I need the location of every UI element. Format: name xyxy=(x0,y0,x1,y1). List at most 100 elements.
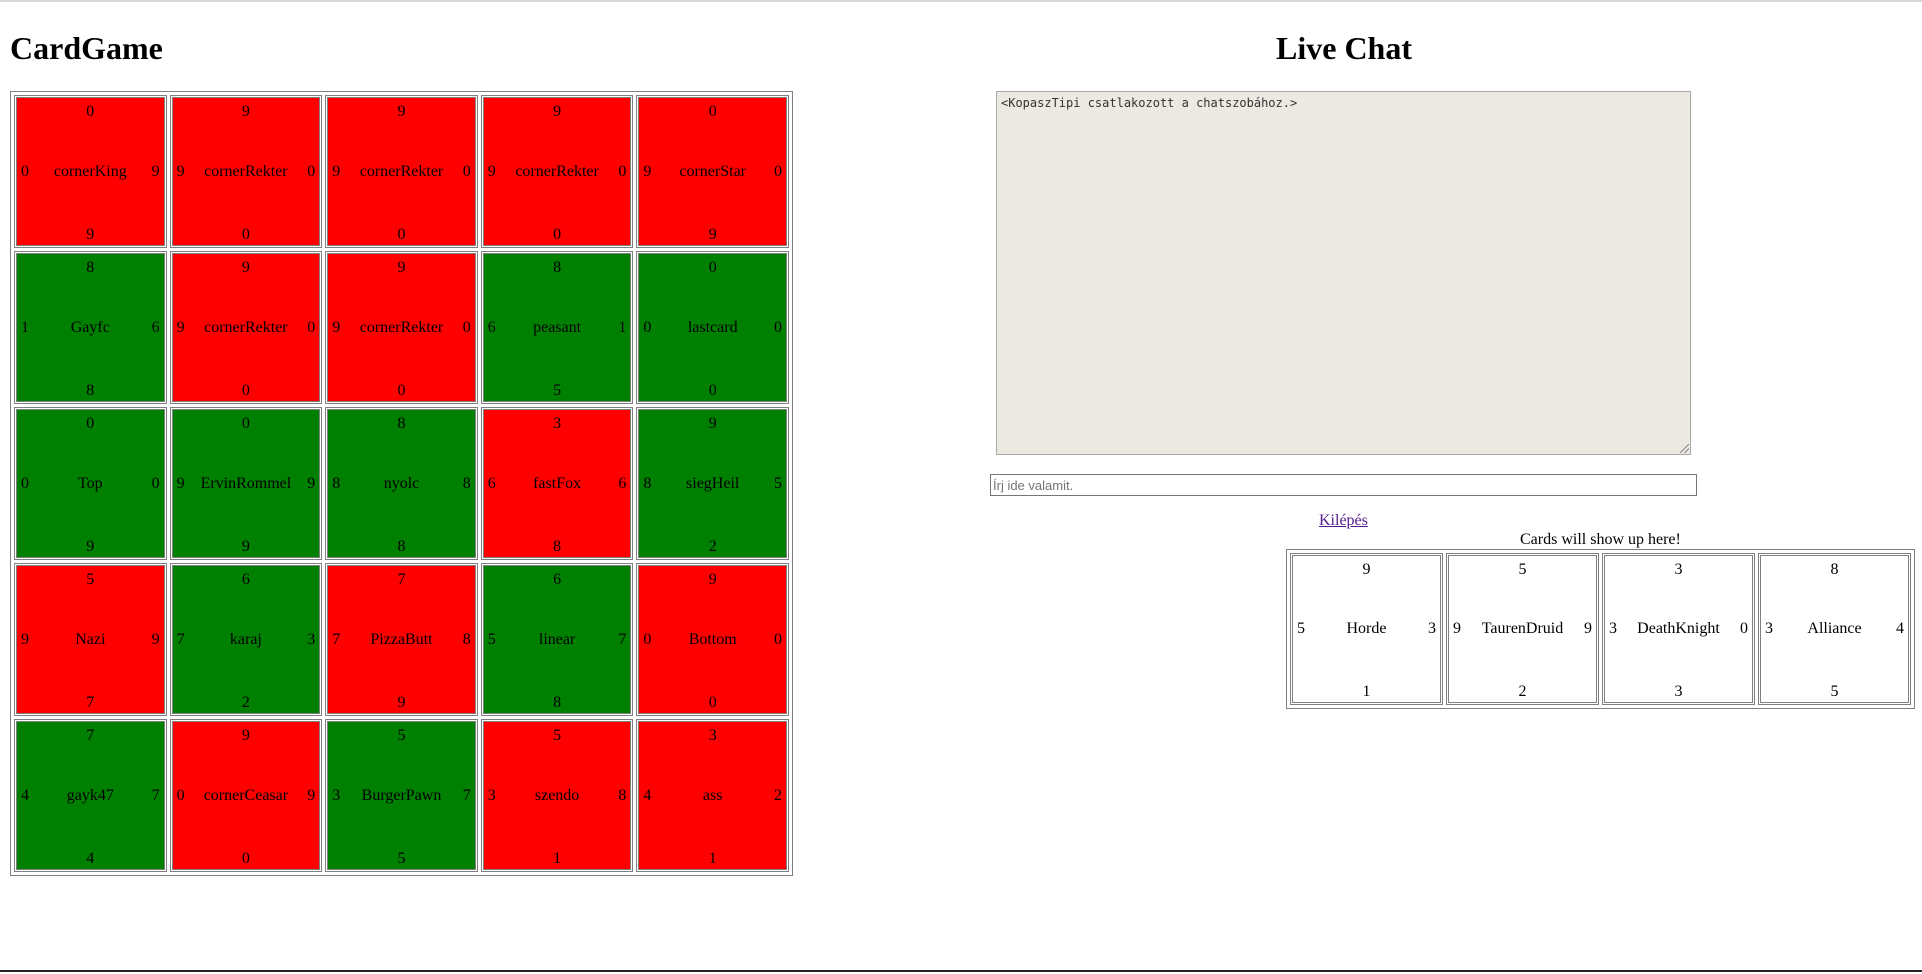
card-name: siegHeil xyxy=(686,474,740,492)
card-name: fastFox xyxy=(533,474,582,492)
card-name: gayk47 xyxy=(66,786,114,804)
board-card[interactable]: 9 9 cornerRekter 0 0 xyxy=(169,95,323,248)
card-right-value: 4 xyxy=(1896,620,1904,637)
board-card[interactable]: 0 0 Top 0 9 xyxy=(14,407,167,560)
card-top-value: 9 xyxy=(1362,561,1371,578)
board-card[interactable]: 9 9 cornerRekter 0 0 xyxy=(480,95,634,248)
logout-link[interactable]: Kilépés xyxy=(1319,512,1368,530)
card-right-value: 9 xyxy=(151,162,160,180)
board-card[interactable]: 9 0 cornerCeasar 9 0 xyxy=(169,719,323,872)
board-card[interactable]: 8 8 nyolc 8 8 xyxy=(325,407,478,560)
card-top-value: 8 xyxy=(553,259,562,276)
card-top-value: 3 xyxy=(708,727,717,744)
card-name: peasant xyxy=(533,318,582,336)
chat-log[interactable]: <KopaszTipi csatlakozott a chatszobához.… xyxy=(996,91,1691,455)
hand-card[interactable]: 5 9 TaurenDruid 9 2 xyxy=(1446,553,1599,705)
card-bottom-value: 1 xyxy=(708,850,717,867)
board-card[interactable]: 6 7 karaj 3 2 xyxy=(169,563,323,716)
card-right-value: 7 xyxy=(462,786,471,804)
card-name: szendo xyxy=(534,786,580,804)
board-card[interactable]: 9 9 cornerRekter 0 0 xyxy=(325,95,478,248)
card-bottom-value: 9 xyxy=(86,538,95,555)
card-top-value: 5 xyxy=(1518,561,1527,578)
hand-caption: Cards will show up here! xyxy=(1520,531,1681,548)
hand-card[interactable]: 3 3 DeathKnight 0 3 xyxy=(1602,553,1755,705)
card-top-value: 8 xyxy=(1830,561,1839,578)
board-card[interactable]: 9 9 cornerRekter 0 0 xyxy=(169,251,323,404)
card-top-value: 0 xyxy=(241,415,250,432)
board-card[interactable]: 9 9 cornerRekter 0 0 xyxy=(325,251,478,404)
board-card[interactable]: 3 6 fastFox 6 8 xyxy=(480,407,634,560)
card-top-value: 9 xyxy=(397,259,406,276)
card-top-value: 9 xyxy=(708,571,717,588)
game-title: CardGame xyxy=(10,30,163,66)
card-right-value: 0 xyxy=(307,318,316,336)
board-card[interactable]: 9 0 Bottom 0 0 xyxy=(636,563,789,716)
card-top-value: 3 xyxy=(553,415,562,432)
board-card[interactable]: 6 5 linear 7 8 xyxy=(480,563,634,716)
card-top-value: 9 xyxy=(708,415,717,432)
board-card[interactable]: 7 7 PizzaButt 8 9 xyxy=(325,563,478,716)
card-right-value: 5 xyxy=(774,474,782,492)
board-card[interactable]: 8 1 Gayfc 6 8 xyxy=(14,251,167,404)
card-name: cornerCeasar xyxy=(203,786,289,804)
card-name: cornerRekter xyxy=(515,162,599,180)
board-card[interactable]: 9 8 siegHeil 5 2 xyxy=(636,407,789,560)
top-divider xyxy=(0,0,1922,2)
card-bottom-value: 7 xyxy=(86,694,95,711)
board-card[interactable]: 3 4 ass 2 1 xyxy=(636,719,789,872)
card-top-value: 0 xyxy=(708,103,717,120)
board-card[interactable]: 7 4 gayk47 7 4 xyxy=(14,719,167,872)
board-card[interactable]: 0 0 cornerKing 9 9 xyxy=(14,95,167,248)
card-right-value: 1 xyxy=(618,318,627,336)
card-top-value: 8 xyxy=(397,415,406,432)
hand-card[interactable]: 9 5 Horde 3 1 xyxy=(1290,553,1443,705)
card-right-value: 8 xyxy=(462,630,471,648)
card-top-value: 8 xyxy=(86,259,95,276)
card-bottom-value: 1 xyxy=(553,850,562,867)
chat-input[interactable] xyxy=(990,474,1697,496)
board-card[interactable]: 5 3 BurgerPawn 7 5 xyxy=(325,719,478,872)
card-right-value: 9 xyxy=(307,786,316,804)
card-right-value: 6 xyxy=(151,318,160,336)
board-card[interactable]: 0 9 cornerStar 0 9 xyxy=(636,95,789,248)
game-board: 0 0 cornerKing 9 9 9 9 cornerRekter 0 0 9 9 cornerRe… xyxy=(10,91,793,876)
card-right-value: 0 xyxy=(307,162,316,180)
card-right-value: 7 xyxy=(151,786,160,804)
card-top-value: 9 xyxy=(553,103,562,120)
card-top-value: 9 xyxy=(241,259,250,276)
card-name: Bottom xyxy=(688,630,737,648)
card-bottom-value: 9 xyxy=(397,694,406,711)
card-right-value: 6 xyxy=(618,474,627,492)
card-name: Nazi xyxy=(75,630,106,648)
card-right-value: 9 xyxy=(1584,620,1592,637)
card-name: linear xyxy=(538,630,576,648)
card-name: cornerRekter xyxy=(204,318,288,336)
card-bottom-value: 2 xyxy=(1518,683,1527,700)
board-card[interactable]: 0 0 lastcard 0 0 xyxy=(636,251,789,404)
card-name: cornerRekter xyxy=(359,162,444,180)
card-top-value: 3 xyxy=(1674,561,1683,578)
card-right-value: 0 xyxy=(151,474,160,492)
card-top-value: 9 xyxy=(241,103,250,120)
card-name: BurgerPawn xyxy=(361,786,442,804)
card-bottom-value: 0 xyxy=(553,226,562,243)
bottom-divider xyxy=(0,970,1922,972)
board-card[interactable]: 5 9 Nazi 9 7 xyxy=(14,563,167,716)
board-card[interactable]: 8 6 peasant 1 5 xyxy=(480,251,634,404)
hand-card[interactable]: 8 3 Alliance 4 5 xyxy=(1758,553,1911,705)
card-name: cornerRekter xyxy=(204,162,288,180)
resize-grip-icon[interactable] xyxy=(1680,444,1689,453)
card-name: cornerRekter xyxy=(359,318,444,336)
board-card[interactable]: 5 3 szendo 8 1 xyxy=(480,719,634,872)
card-name: cornerStar xyxy=(679,162,747,180)
card-bottom-value: 0 xyxy=(708,694,717,711)
card-top-value: 6 xyxy=(241,571,250,588)
card-bottom-value: 1 xyxy=(1362,683,1371,700)
card-top-value: 9 xyxy=(241,727,250,744)
card-bottom-value: 8 xyxy=(553,694,562,711)
card-name: PizzaButt xyxy=(370,630,433,648)
hand-cards: 9 5 Horde 3 1 5 9 TaurenDruid 9 2 3 3 DeathKnight 0 3 8… xyxy=(1286,549,1915,709)
board-card[interactable]: 0 9 ErvinRommel 9 9 xyxy=(169,407,323,560)
card-bottom-value: 2 xyxy=(241,694,250,711)
